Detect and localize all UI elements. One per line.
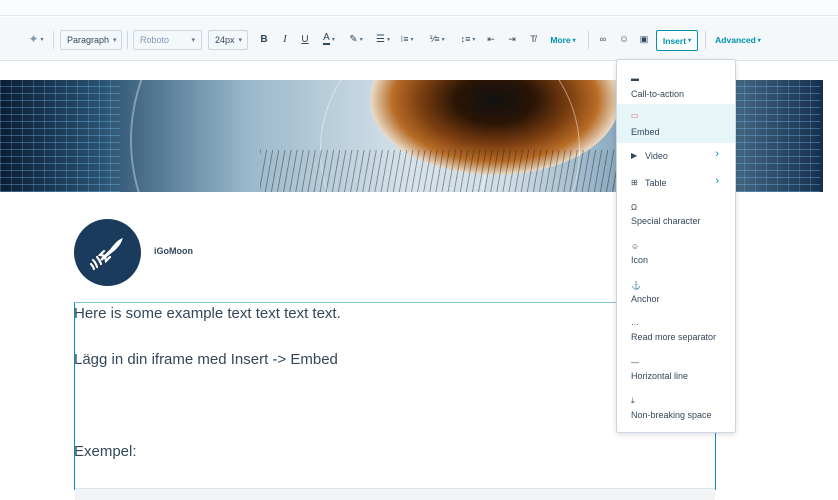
sparkle-icon[interactable]: ✦ ▾ [28, 29, 44, 49]
font-size-select-value: 24px [215, 35, 235, 45]
menu-item-icon[interactable]: ☺ Icon [617, 236, 735, 275]
video-icon: ▶ [631, 151, 638, 160]
insert-button-label: Insert [662, 35, 687, 46]
brand-name: iGoMoon [154, 246, 193, 256]
menu-item-label: Embed [631, 127, 660, 137]
paragraph-2[interactable]: Lägg in din iframe med Insert -> Embed [74, 351, 338, 368]
top-strip [0, 0, 838, 16]
horizontal-line-icon: — [631, 358, 639, 367]
chevron-down-icon: ▾ [113, 37, 117, 44]
menu-item-label: Anchor [631, 294, 660, 304]
table-icon: ⊞ [631, 178, 638, 187]
underline-icon[interactable]: U [299, 29, 311, 49]
cta-icon: ▬ [631, 74, 639, 83]
bold-icon[interactable]: B [258, 29, 270, 49]
menu-item-video[interactable]: ▶ Video › [617, 143, 735, 170]
menu-item-non-breaking-space[interactable]: ⤓ Non-breaking space [617, 392, 735, 431]
outdent-icon[interactable]: ⇤ [485, 29, 497, 49]
menu-item-label: Non-breaking space [631, 410, 712, 420]
omega-icon: Ω [631, 203, 637, 212]
chevron-right-icon: › [715, 175, 719, 187]
brand-logo [74, 219, 141, 286]
highlight-icon[interactable]: ✎ ▾ [346, 29, 366, 49]
emoji-icon[interactable]: ☺ [618, 29, 630, 49]
menu-item-label: Horizontal line [631, 371, 689, 381]
menu-item-label: Icon [631, 255, 649, 265]
italic-icon[interactable]: I [279, 29, 291, 49]
menu-item-label: Read more separator [631, 332, 717, 342]
toolbar-divider [127, 31, 128, 49]
menu-item-special-character[interactable]: Ω Special character [617, 197, 735, 236]
circuit-pattern [0, 80, 120, 192]
menu-item-anchor[interactable]: ⚓ Anchor [617, 275, 735, 314]
eyelashes [260, 150, 640, 192]
font-size-select[interactable]: 24px ▾ [208, 30, 248, 50]
more-button-label: More [550, 35, 571, 45]
chevron-right-icon: › [715, 148, 719, 160]
bullet-list-icon[interactable]: ⁝≡ ▾ [397, 29, 417, 49]
editor-toolbar: ✦ ▾ Paragraph ▾ Roboto ▾ 24px ▾ B I U A ▾ ✎ ▾ … [0, 17, 838, 61]
font-select-value: Roboto [140, 35, 170, 45]
toolbar-divider [588, 31, 589, 49]
text-color-icon[interactable]: A ▾ [318, 29, 340, 49]
font-select[interactable]: Roboto ▾ [133, 30, 202, 50]
smiley-icon: ☺ [631, 242, 640, 251]
more-button[interactable]: More ▾ [547, 31, 579, 49]
menu-item-call-to-action[interactable]: ▬ Call-to-action [617, 64, 735, 104]
numbered-list-icon[interactable]: ⅟≡ ▾ [427, 29, 447, 49]
chevron-down-icon: ▾ [238, 37, 243, 44]
advanced-button-label: Advanced [715, 35, 756, 45]
menu-item-horizontal-line[interactable]: — Horizontal line [617, 353, 735, 392]
menu-item-read-more-separator[interactable]: ⋯ Read more separator [617, 314, 735, 353]
menu-item-table[interactable]: ⊞ Table › [617, 170, 735, 197]
menu-item-label: Video [645, 151, 668, 161]
advanced-button[interactable]: Advanced ▾ [713, 31, 763, 49]
insert-menu: ▬ Call-to-action ▭ Embed ▶ Video › ⊞ Tab… [616, 59, 736, 433]
toolbar-divider [705, 31, 706, 49]
link-icon[interactable]: ∞ [597, 29, 609, 49]
line-height-icon[interactable]: ↕≡ ▾ [458, 29, 478, 49]
clear-formatting-icon[interactable]: T̸ [527, 29, 539, 49]
nbsp-icon: ⤓ [631, 396, 635, 405]
indent-icon[interactable]: ⇥ [506, 29, 518, 49]
anchor-icon: ⚓ [631, 281, 641, 290]
chevron-down-icon: ▾ [191, 37, 195, 44]
rocket-icon [89, 237, 123, 270]
embedded-image-placeholder [75, 488, 715, 500]
paragraph-1[interactable]: Here is some example text text text text… [74, 305, 341, 322]
menu-item-label: Special character [631, 216, 701, 226]
insert-button[interactable]: Insert ▾ [656, 30, 698, 51]
toolbar-divider [53, 31, 54, 49]
paragraph-select[interactable]: Paragraph ▾ [60, 30, 122, 50]
menu-item-label: Call-to-action [631, 89, 685, 99]
read-more-icon: ⋯ [631, 320, 639, 329]
menu-item-embed[interactable]: ▭ Embed [617, 104, 735, 143]
paragraph-3[interactable]: Exempel: [74, 443, 137, 460]
menu-item-label: Table [645, 178, 667, 188]
image-icon[interactable]: ▣ [638, 29, 650, 49]
align-left-icon[interactable]: ☰ ▾ [374, 29, 392, 49]
paragraph-select-value: Paragraph [67, 35, 110, 45]
embed-icon: ▭ [631, 111, 639, 120]
